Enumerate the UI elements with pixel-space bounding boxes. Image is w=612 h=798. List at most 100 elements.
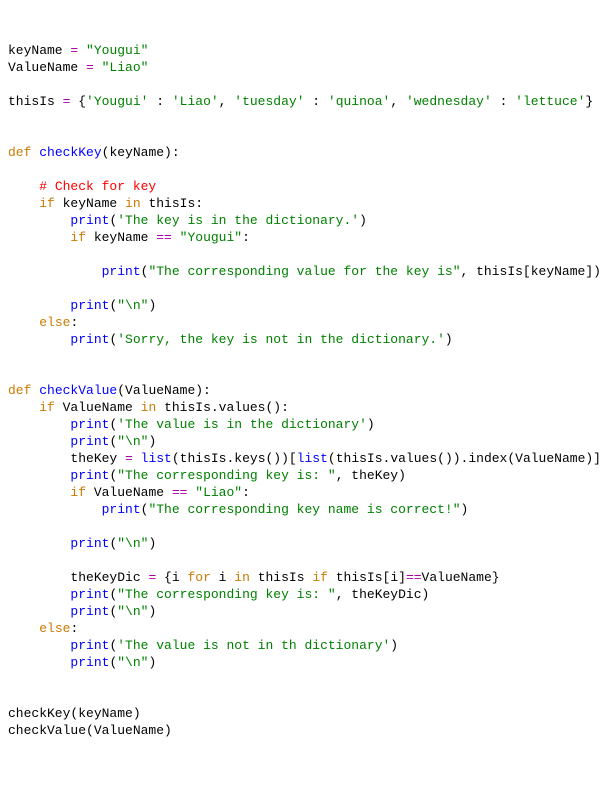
keyword-if: if [312, 570, 328, 585]
code-block: keyName = "Yougui" ValueName = "Liao" th… [8, 42, 604, 739]
expr: ValueName} [422, 570, 500, 585]
identifier: ValueName [55, 400, 141, 415]
operator: == [156, 230, 172, 245]
string-literal: 'Yougui' [86, 94, 148, 109]
punct: { [70, 94, 86, 109]
indent [8, 502, 102, 517]
builtin-print: print [70, 536, 109, 551]
keyword-if: if [39, 400, 55, 415]
indent [8, 332, 70, 347]
punct: : [492, 94, 515, 109]
string-literal: 'tuesday' [234, 94, 304, 109]
paren: ) [390, 638, 398, 653]
string-literal: 'Liao' [172, 94, 219, 109]
punct: , [219, 94, 235, 109]
string-literal: "Yougui" [180, 230, 242, 245]
identifier: ValueName [86, 485, 172, 500]
code-line: checkValue(ValueName) [8, 723, 172, 738]
indent [8, 451, 70, 466]
indent [8, 638, 70, 653]
operator: == [172, 485, 188, 500]
string-literal: 'lettuce' [515, 94, 585, 109]
indent [8, 315, 39, 330]
string-literal: 'The key is in the dictionary.' [117, 213, 359, 228]
paren: ) [148, 434, 156, 449]
builtin-print: print [102, 502, 141, 517]
code-line: checkKey(keyName) [8, 706, 141, 721]
builtin-print: print [70, 298, 109, 313]
expr: (thisIs.keys())[ [172, 451, 297, 466]
indent [8, 213, 70, 228]
keyword-if: if [39, 196, 55, 211]
identifier: theKey [70, 451, 125, 466]
string-literal: "The corresponding key is: " [117, 468, 335, 483]
punct: } [585, 94, 593, 109]
keyword-for: for [187, 570, 210, 585]
code-line: print('The value is not in th dictionary… [8, 638, 398, 653]
indent [8, 570, 70, 585]
indent [8, 604, 70, 619]
expr: {i [156, 570, 187, 585]
space [133, 451, 141, 466]
call: checkValue(ValueName) [8, 723, 172, 738]
string-literal: "\n" [117, 604, 148, 619]
string-literal: "Liao" [94, 60, 149, 75]
code-line: print("\n") [8, 298, 156, 313]
function-name: checkValue [39, 383, 117, 398]
indent [8, 485, 70, 500]
punct: : [242, 485, 250, 500]
code-line: print("\n") [8, 655, 156, 670]
builtin-print: print [70, 468, 109, 483]
identifier: keyName [86, 230, 156, 245]
code-line: print('The key is in the dictionary.') [8, 213, 367, 228]
keyword-else: else [39, 621, 70, 636]
code-line: theKey = list(thisIs.keys())[list(thisIs… [8, 451, 601, 466]
code-line: keyName = "Yougui" [8, 43, 148, 58]
paren: ) [367, 417, 375, 432]
code-line: print("The corresponding key is: ", theK… [8, 587, 429, 602]
code-line: def checkKey(keyName): [8, 145, 180, 160]
space [172, 230, 180, 245]
indent [8, 655, 70, 670]
operator: = [86, 60, 94, 75]
code-line: def checkValue(ValueName): [8, 383, 211, 398]
operator: = [125, 451, 133, 466]
function-name: checkKey [39, 145, 101, 160]
operator: == [406, 570, 422, 585]
builtin-print: print [70, 604, 109, 619]
indent [8, 536, 70, 551]
identifier: ValueName [8, 60, 86, 75]
identifier: keyName [8, 43, 70, 58]
code-line: thisIs = {'Yougui' : 'Liao', 'tuesday' :… [8, 94, 593, 109]
indent [8, 264, 102, 279]
string-literal: "The corresponding value for the key is" [148, 264, 460, 279]
code-line: ValueName = "Liao" [8, 60, 148, 75]
code-line: if ValueName in thisIs.values(): [8, 400, 289, 415]
builtin-print: print [70, 638, 109, 653]
string-literal: "\n" [117, 655, 148, 670]
code-line: if ValueName == "Liao": [8, 485, 250, 500]
keyword-if: if [70, 485, 86, 500]
indent [8, 179, 39, 194]
punct: : [148, 94, 171, 109]
string-literal: 'The value is not in th dictionary' [117, 638, 390, 653]
identifier: thisIs [8, 94, 63, 109]
string-literal: 'quinoa' [328, 94, 390, 109]
code-line: if keyName == "Yougui": [8, 230, 250, 245]
string-literal: 'Sorry, the key is not in the dictionary… [117, 332, 445, 347]
expr: thisIs[i] [328, 570, 406, 585]
indent [8, 400, 39, 415]
builtin-print: print [70, 332, 109, 347]
code-line: if keyName in thisIs: [8, 196, 203, 211]
string-literal: "The corresponding key name is correct!" [148, 502, 460, 517]
params: (ValueName): [117, 383, 211, 398]
indent [8, 298, 70, 313]
builtin-print: print [102, 264, 141, 279]
code-line: print("The corresponding value for the k… [8, 264, 601, 279]
builtin-print: print [70, 587, 109, 602]
code-line: print('Sorry, the key is not in the dict… [8, 332, 453, 347]
indent [8, 434, 70, 449]
expr: thisIs [250, 570, 312, 585]
code-line: print("\n") [8, 536, 156, 551]
string-literal: "\n" [117, 434, 148, 449]
